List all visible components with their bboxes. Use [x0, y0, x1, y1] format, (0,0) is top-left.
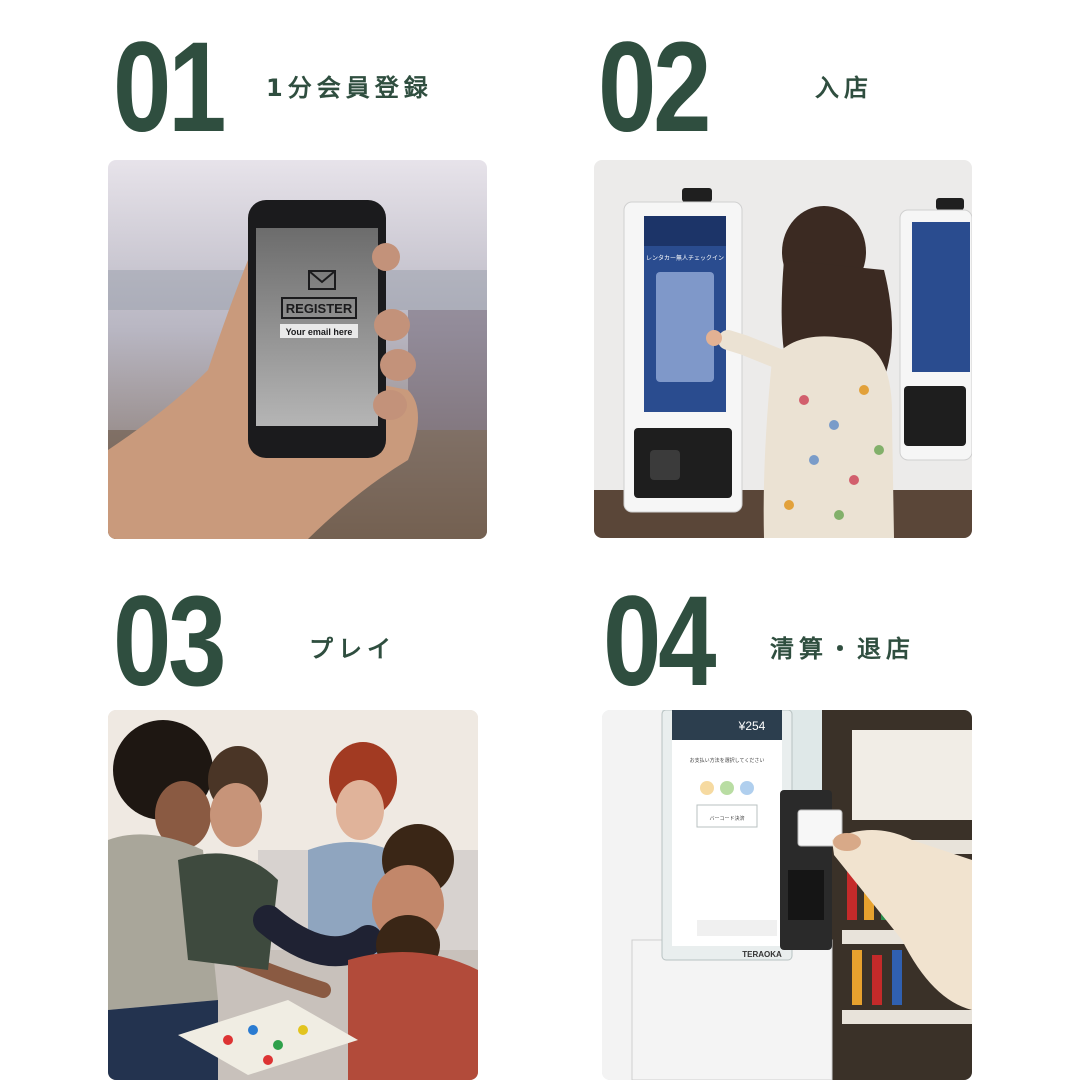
register-phone-illustration: REGISTER Your email here	[108, 160, 487, 539]
price-text: ¥254	[738, 719, 766, 733]
kiosk-heading: レンタカー無人チェックイン	[646, 254, 724, 262]
checkin-kiosk-photo: レンタカー無人チェックイン	[594, 160, 972, 538]
step-number-02: 02	[598, 16, 711, 159]
step-number-03: 03	[113, 570, 226, 713]
step-label-02: 入店	[815, 74, 873, 102]
step-number-01: 01	[113, 16, 226, 159]
payment-prompt: お支払い方法を選択してください	[690, 757, 765, 764]
barcode-button-label: バーコード決済	[709, 815, 744, 822]
step-number-04: 04	[603, 570, 716, 713]
register-phone-photo: REGISTER Your email here	[108, 160, 487, 539]
email-placeholder-text: Your email here	[286, 327, 353, 337]
boardgame-photo	[108, 710, 478, 1080]
step-label-01: 1分会員登録	[266, 74, 433, 102]
checkin-kiosk-illustration: レンタカー無人チェックイン	[594, 160, 972, 538]
register-text: REGISTER	[286, 301, 353, 316]
step-label-03: プレイ	[309, 635, 396, 663]
step-label-04: 清算・退店	[770, 635, 915, 663]
self-checkout-photo: ¥254 お支払い方法を選択してください バーコード決済 TERAOKA	[602, 710, 972, 1080]
brand-text: TERAOKA	[742, 950, 782, 959]
boardgame-illustration	[108, 710, 478, 1080]
self-checkout-illustration: ¥254 お支払い方法を選択してください バーコード決済 TERAOKA	[602, 710, 972, 1080]
